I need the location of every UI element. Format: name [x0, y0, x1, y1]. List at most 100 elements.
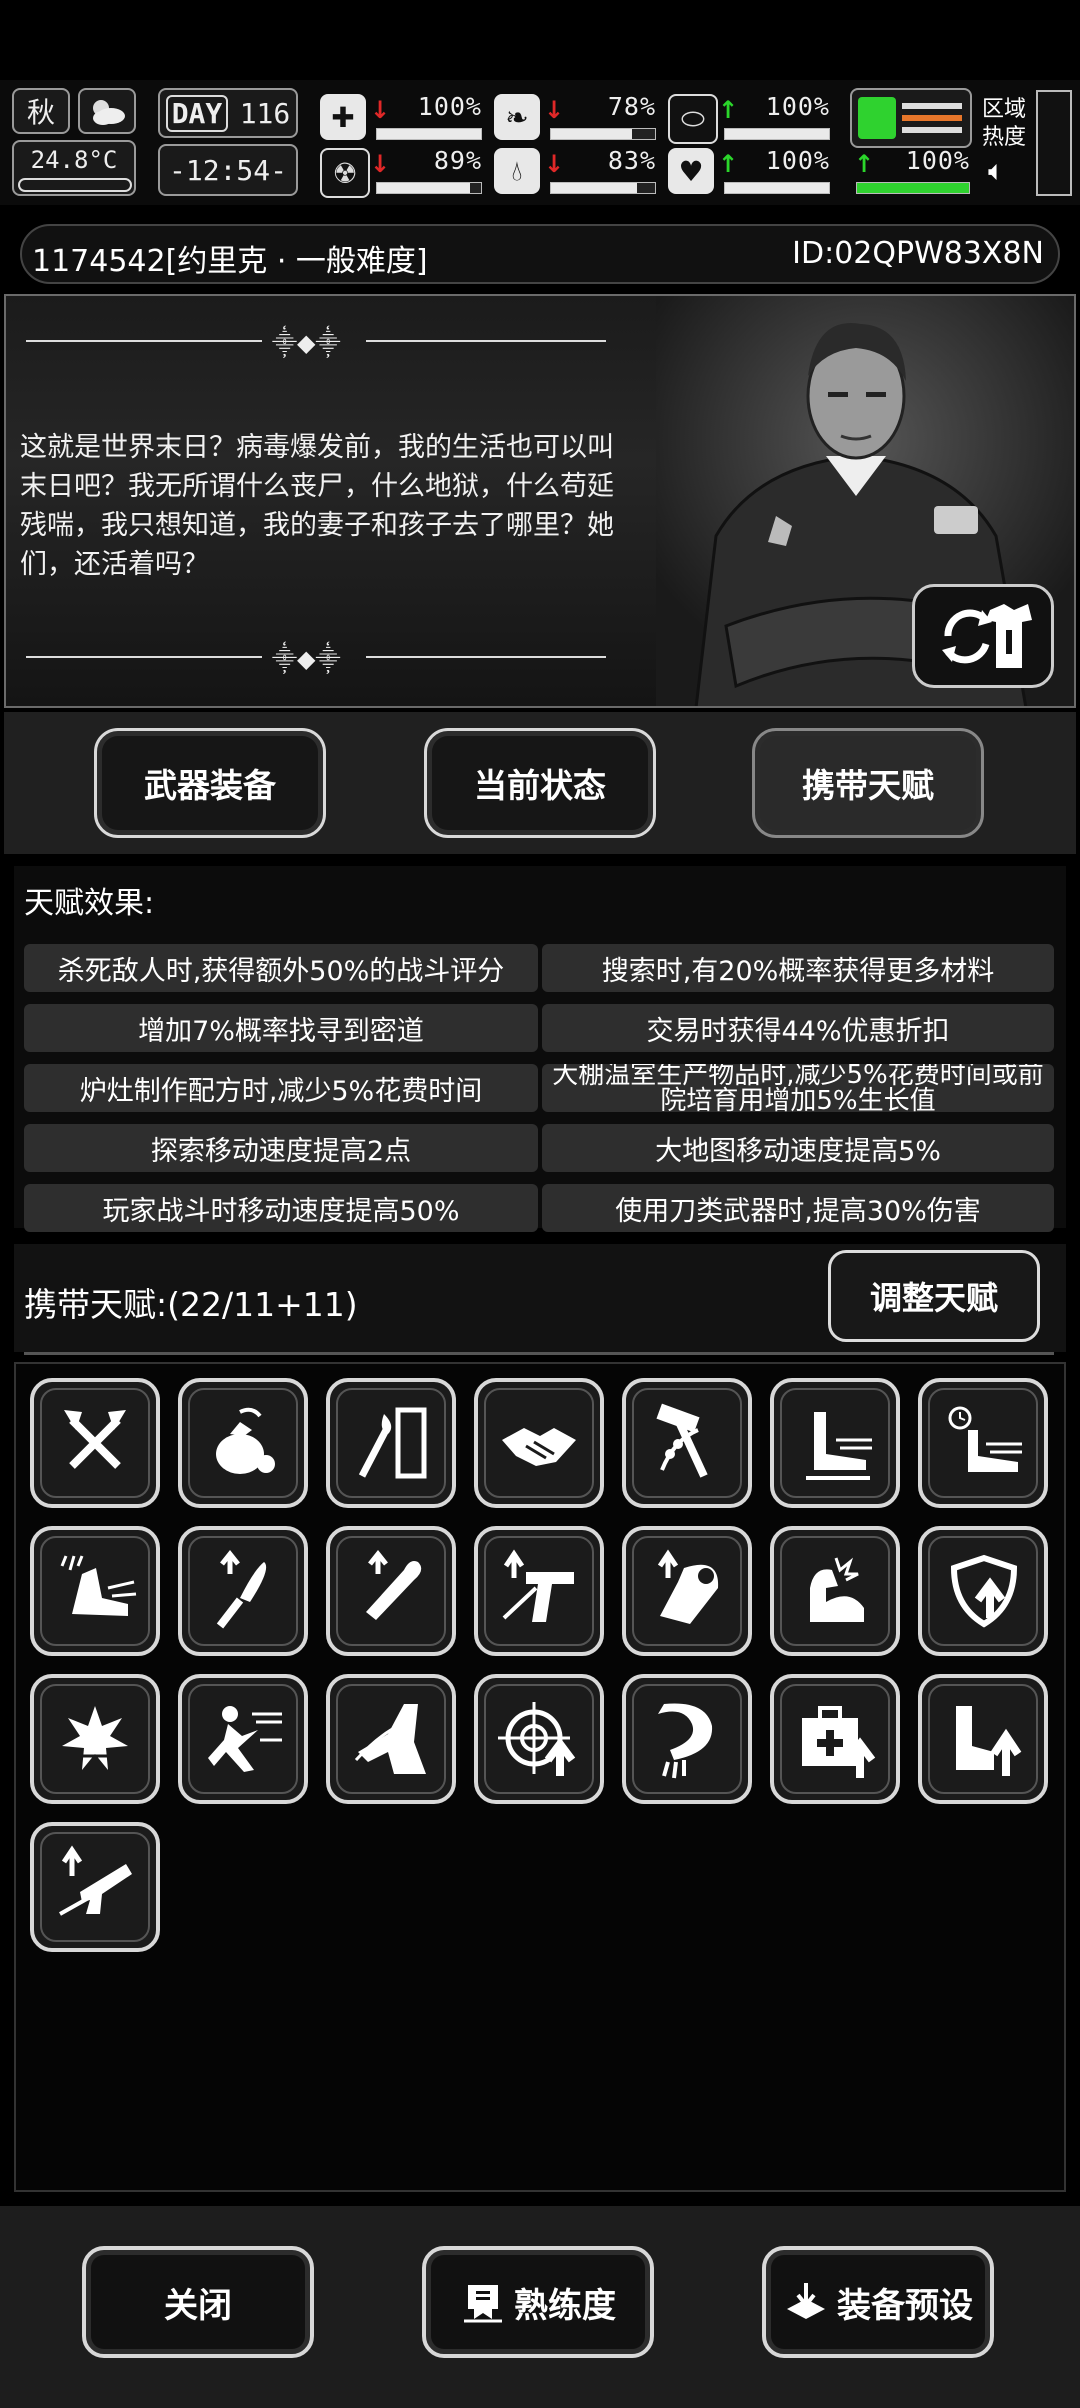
health-bar [376, 128, 482, 140]
running-boot-icon[interactable] [770, 1378, 900, 1508]
mastery-icon [464, 2285, 502, 2323]
leg-step-icon[interactable] [326, 1674, 456, 1804]
flexed-arm-icon[interactable] [770, 1526, 900, 1656]
effect-item: 增加7%概率找寻到密道 [24, 1004, 538, 1052]
explosion-icon[interactable] [30, 1674, 160, 1804]
effect-item: 杀死敌人时,获得额外50%的战斗评分 [24, 944, 538, 992]
effect-item: 玩家战斗时移动速度提高50% [24, 1184, 538, 1232]
story-text: 这就是世界末日？病毒爆发前，我的生活也可以叫末日吧？我无所谓什么丧尸，什么地狱，… [20, 432, 614, 580]
health-bar-fill [377, 129, 481, 139]
machete-up-icon[interactable] [178, 1526, 308, 1656]
status-hud: 秋 24.8°C DAY 116 -12:54- ✚ ↓ 100% ❧ ↓ 78… [0, 80, 1080, 205]
mood-stat: ♥ ↑ 100% [668, 146, 834, 196]
tab-weapons-label: 武器装备 [144, 766, 276, 805]
clock-value: -12:54- [168, 153, 287, 187]
rope-arm-icon[interactable] [622, 1674, 752, 1804]
stamina-value: 100% [905, 146, 970, 175]
thermometer-icon [18, 178, 132, 192]
down-arrow-icon: ↓ [544, 96, 565, 124]
effect-item: 使用刀类武器时,提高30%伤害 [542, 1184, 1054, 1232]
day-number: 116 [239, 96, 291, 130]
outfit-swap-icon [942, 604, 1032, 668]
fast-kick-icon[interactable] [30, 1526, 160, 1656]
water-drop-icon: 💧︎ [494, 148, 540, 194]
mood-bar [724, 182, 830, 194]
sprint-icon[interactable] [178, 1674, 308, 1804]
carried-talents-title: 携带天赋:(22/11+11) [24, 1285, 358, 1324]
change-outfit-button[interactable] [912, 584, 1054, 688]
talent-effects-title: 天赋效果: [24, 886, 155, 921]
tab-talents-label: 携带天赋 [802, 766, 934, 805]
stamina-bar-fill [857, 183, 969, 193]
medicine-bar [724, 128, 830, 140]
day-counter: DAY 116 [158, 88, 298, 138]
tab-carried-talents[interactable]: 携带天赋 [752, 728, 984, 838]
heart-icon: ♥ [668, 148, 714, 194]
mastery-button[interactable]: 熟练度 [422, 2246, 654, 2358]
down-arrow-icon: ↓ [370, 96, 391, 124]
money-bag-icon[interactable] [178, 1378, 308, 1508]
preset-label: 装备预设 [837, 2285, 973, 2326]
medicine-bar-fill [725, 129, 829, 139]
clock-display: -12:54- [158, 144, 298, 196]
stamina-bar [856, 182, 970, 194]
effect-item: 大棚温室生产物品时,减少5%花费时间或前院培育用增加5%生长值 [542, 1064, 1054, 1112]
season-indicator: 秋 [12, 88, 70, 134]
zone-heat-meter [1036, 90, 1072, 196]
adjust-talents-label: 调整天赋 [869, 1279, 998, 1317]
thirst-bar-fill [551, 183, 638, 193]
zone-heat-label: 区域热度 [982, 97, 1027, 150]
top-ornament: ⸎◆⸎ [26, 326, 606, 357]
pistol-up-icon[interactable] [474, 1526, 604, 1656]
tab-weapons-equipment[interactable]: 武器装备 [94, 728, 326, 838]
season-label: 秋 [26, 96, 55, 129]
down-arrow-icon: ↓ [544, 150, 565, 178]
armor-up-icon[interactable] [622, 1526, 752, 1656]
medicine-value: 100% [765, 92, 830, 121]
timed-boot-icon[interactable] [918, 1378, 1048, 1508]
handshake-icon[interactable] [474, 1378, 604, 1508]
save-title-bar: 1174542[约里克 · 一般难度] ID:02QPW83X8N [20, 224, 1060, 284]
boot-icon [858, 97, 896, 139]
up-arrow-icon: ↑ [854, 150, 875, 178]
hunger-bar-fill [551, 129, 633, 139]
save-name: 1174542[约里克 · 一般难度] [32, 244, 428, 279]
up-arrow-icon: ↑ [718, 150, 739, 178]
hunger-value: 78% [607, 92, 656, 121]
up-arrow-icon: ↑ [718, 96, 739, 124]
mood-bar-fill [725, 183, 829, 193]
day-label: DAY [165, 94, 229, 132]
stamina-panel [850, 88, 972, 148]
torch-door-icon[interactable] [326, 1378, 456, 1508]
stomach-icon: ❧ [494, 94, 540, 140]
equipment-preset-button[interactable]: 装备预设 [762, 2246, 994, 2358]
tab-current-status[interactable]: 当前状态 [424, 728, 656, 838]
effect-item: 搜索时,有20%概率获得更多材料 [542, 944, 1054, 992]
thirst-bar [550, 182, 656, 194]
sound-icon[interactable]: 🔈︎ [988, 154, 1005, 188]
sanity-bar [376, 182, 482, 194]
sanity-stat: ☢ ↓ 89% [320, 146, 486, 198]
shield-up-icon[interactable] [918, 1526, 1048, 1656]
rifle-up-icon[interactable] [30, 1822, 160, 1952]
close-button[interactable]: 关闭 [82, 2246, 314, 2358]
thirst-stat: 💧︎ ↓ 83% [494, 146, 660, 196]
hammer-wheat-icon[interactable] [622, 1378, 752, 1508]
crosshair-up-icon[interactable] [474, 1674, 604, 1804]
boot-up-icon[interactable] [918, 1674, 1048, 1804]
adjust-talents-button[interactable]: 调整天赋 [828, 1250, 1040, 1342]
effect-item: 大地图移动速度提高5% [542, 1124, 1054, 1172]
medkit-icon: ✚ [320, 94, 366, 140]
bat-up-icon[interactable] [326, 1526, 456, 1656]
temperature-value: 24.8°C [30, 146, 118, 174]
sanity-bar-fill [377, 183, 470, 193]
medkit-up-icon[interactable] [770, 1674, 900, 1804]
stamina-stripes [902, 103, 962, 133]
effect-item: 交易时获得44%优惠折扣 [542, 1004, 1054, 1052]
divider [24, 1352, 1054, 1355]
crossed-axes-icon[interactable] [30, 1378, 160, 1508]
mastery-label: 熟练度 [514, 2285, 616, 2326]
effect-item: 炉灶制作配方时,减少5%花费时间 [24, 1064, 538, 1112]
mood-value: 100% [765, 146, 830, 175]
health-stat: ✚ ↓ 100% [320, 92, 486, 142]
